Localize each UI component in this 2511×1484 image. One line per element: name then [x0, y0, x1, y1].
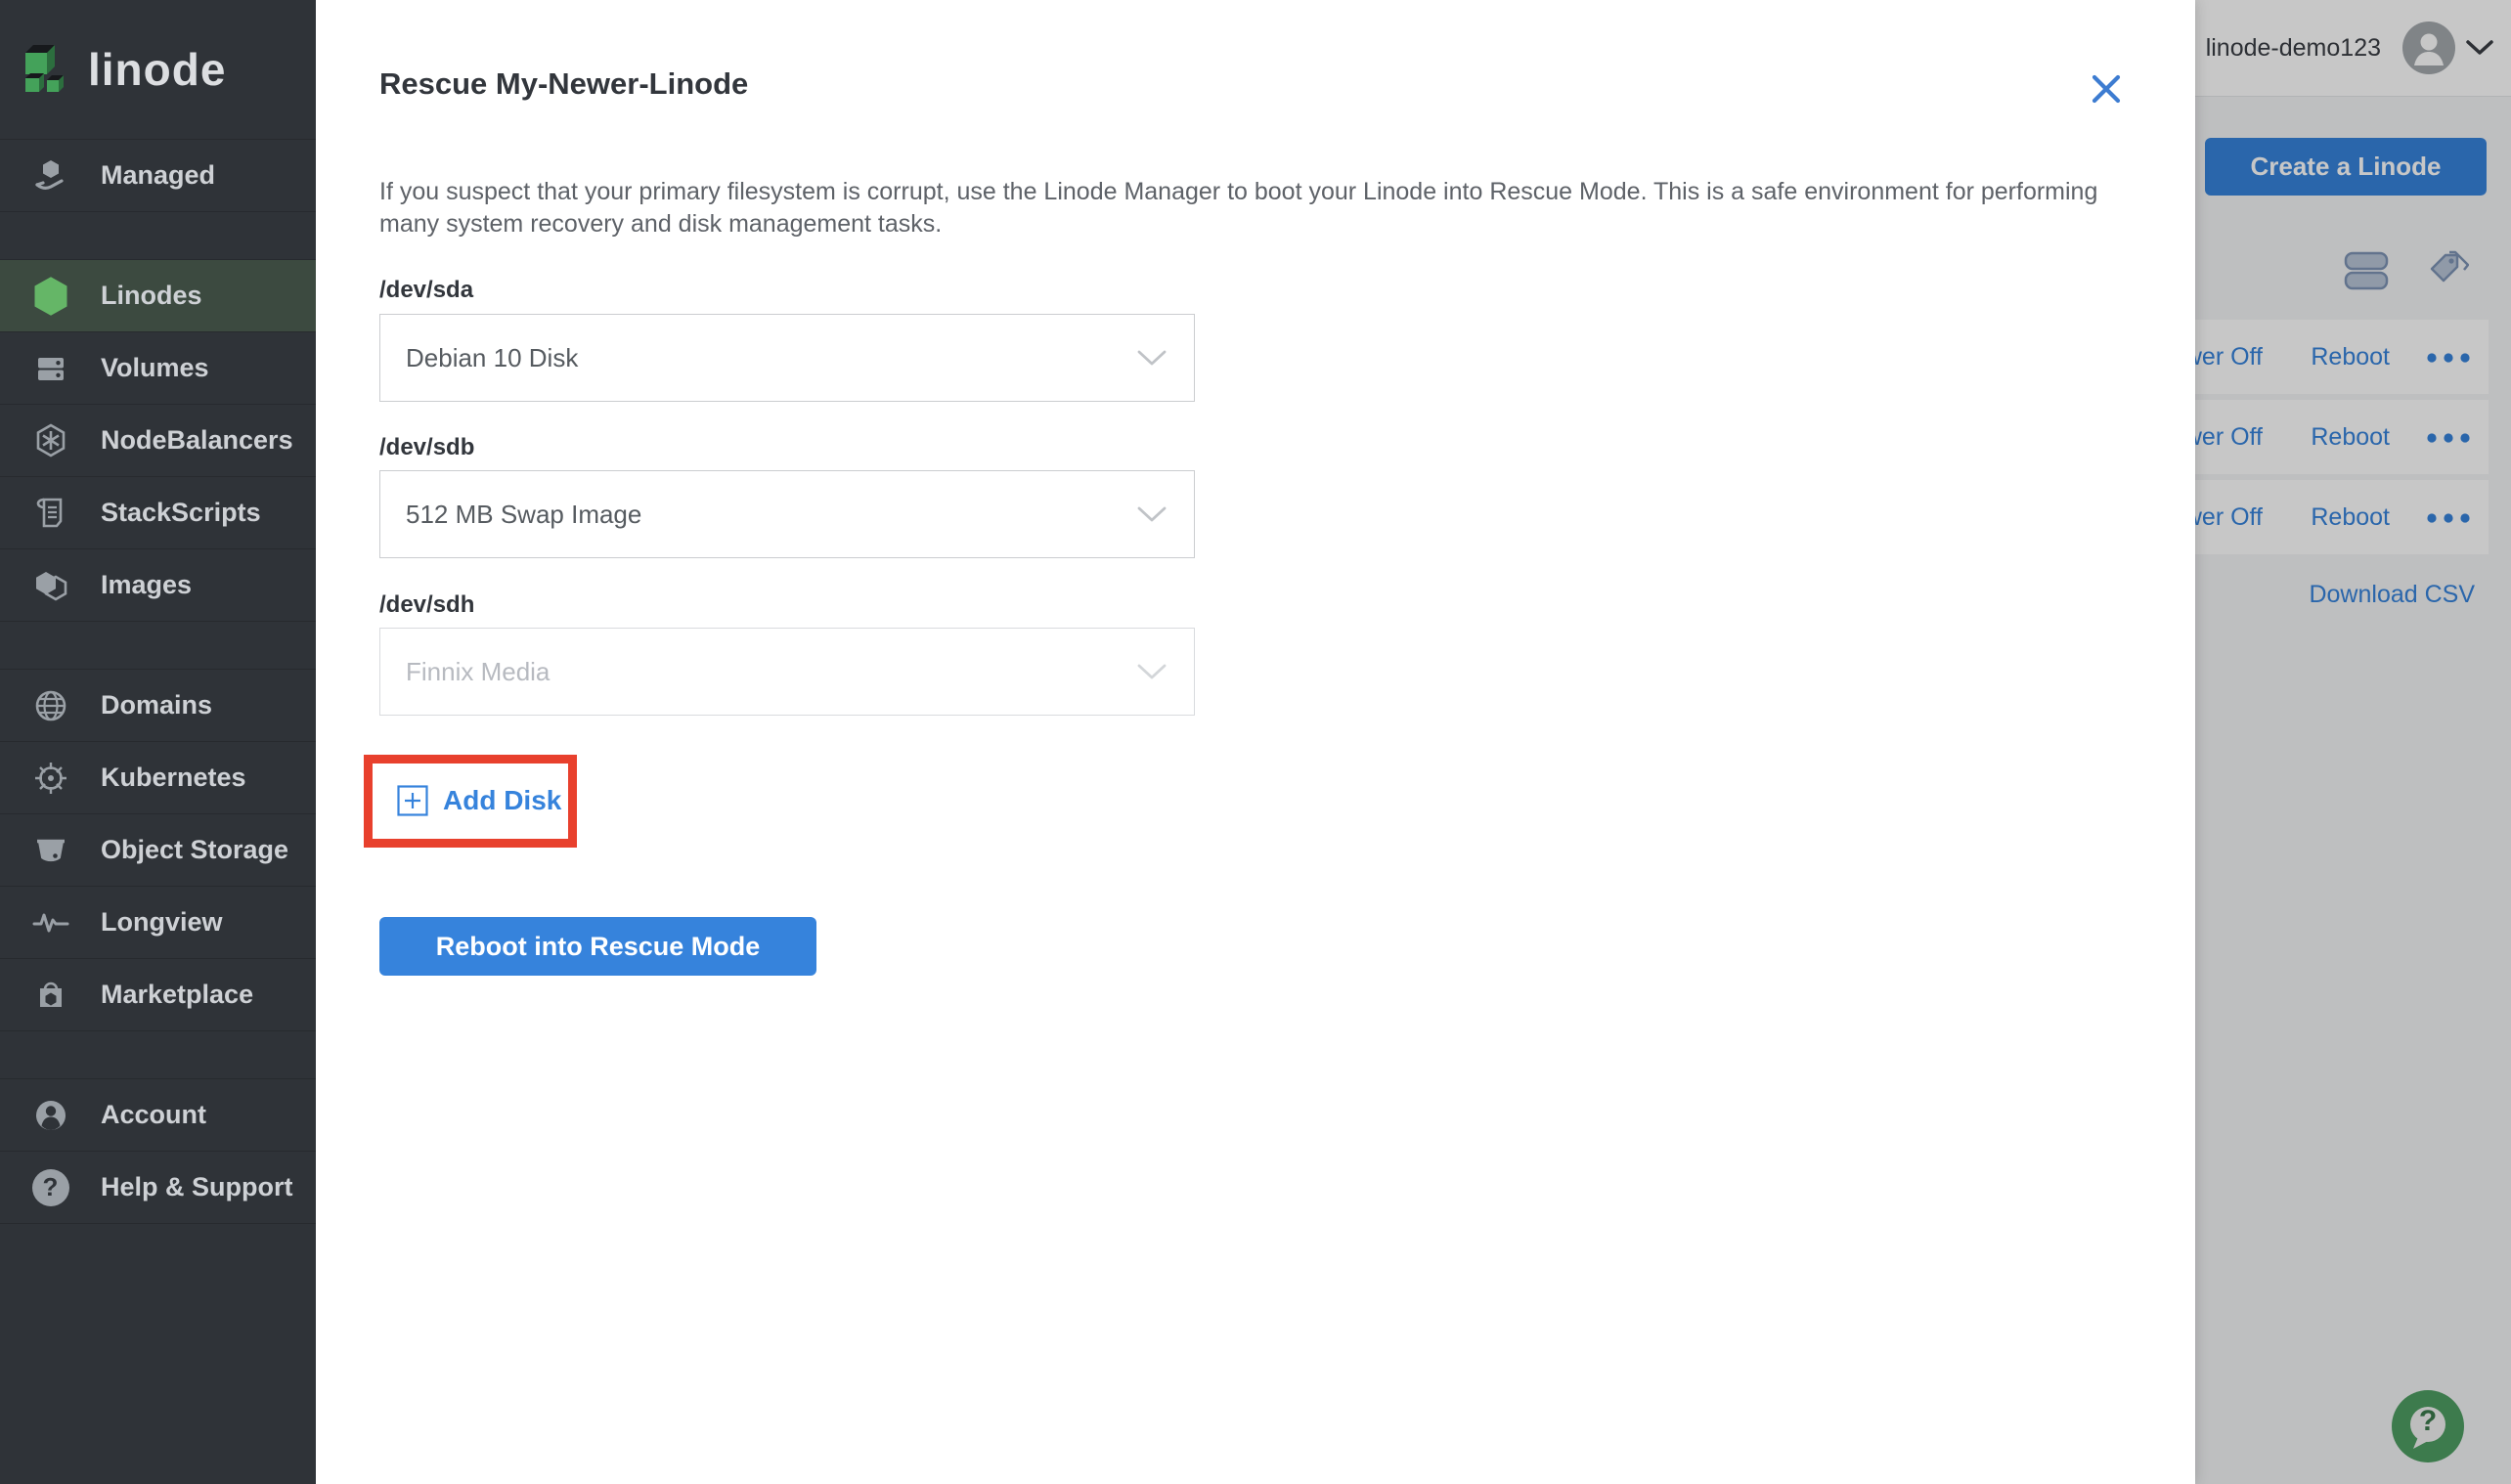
device-sdh-select: Finnix Media [379, 628, 1195, 716]
device-sdb-select[interactable]: 512 MB Swap Image [379, 470, 1195, 558]
plus-square-icon [397, 785, 428, 816]
domains-icon [0, 686, 101, 725]
marketplace-icon [0, 976, 101, 1015]
sidebar-item-nodebalancers[interactable]: NodeBalancers [0, 404, 316, 476]
device-sda-select[interactable]: Debian 10 Disk [379, 314, 1195, 402]
sidebar-nav: linode Managed Linodes Volumes NodeBalan… [0, 0, 316, 1484]
sidebar-item-label: StackScripts [101, 498, 261, 527]
sidebar-item-label: Linodes [101, 281, 202, 310]
chevron-down-icon [1137, 350, 1167, 366]
sidebar-item-label: Marketplace [101, 980, 254, 1009]
device-sdb-value: 512 MB Swap Image [406, 500, 642, 529]
kubernetes-icon [0, 759, 101, 798]
sidebar-item-label: Object Storage [101, 835, 289, 864]
close-icon[interactable] [2087, 69, 2126, 109]
linode-cloud-manager: linode-demo123 Create a Linode Power Off… [0, 0, 2511, 1484]
sidebar-item-help-support[interactable]: ? Help & Support [0, 1151, 316, 1224]
sidebar-item-label: Images [101, 570, 193, 599]
sidebar-item-volumes[interactable]: Volumes [0, 331, 316, 404]
device-sdb-label: /dev/sdb [379, 434, 475, 460]
volumes-icon [0, 349, 101, 388]
linode-hexagon-icon [0, 275, 101, 318]
nodebalancers-icon [0, 421, 101, 460]
question-mark-glyph: ? [42, 1172, 59, 1201]
sidebar-item-images[interactable]: Images [0, 548, 316, 622]
sidebar-item-label: Volumes [101, 353, 209, 382]
drawer-description: If you suspect that your primary filesys… [379, 178, 2098, 238]
images-icon [0, 566, 101, 605]
sidebar-item-marketplace[interactable]: Marketplace [0, 958, 316, 1031]
longview-icon [0, 903, 101, 942]
linode-logo-icon [25, 45, 64, 92]
managed-icon [0, 156, 101, 196]
account-icon [0, 1096, 101, 1135]
add-disk-button[interactable]: Add Disk [378, 768, 561, 833]
sidebar-item-kubernetes[interactable]: Kubernetes [0, 741, 316, 813]
sidebar-item-label: Help & Support [101, 1172, 293, 1201]
sidebar-item-object-storage[interactable]: Object Storage [0, 813, 316, 886]
sidebar-item-label: Managed [101, 160, 216, 190]
sidebar-item-label: NodeBalancers [101, 425, 293, 455]
sidebar-item-account[interactable]: Account [0, 1078, 316, 1151]
sidebar-item-longview[interactable]: Longview [0, 886, 316, 958]
add-disk-label: Add Disk [443, 785, 562, 815]
drawer-title: Rescue My-Newer-Linode [379, 66, 749, 101]
linode-logo[interactable]: linode [0, 0, 316, 139]
sidebar-item-domains[interactable]: Domains [0, 669, 316, 741]
rescue-drawer: Rescue My-Newer-Linode If you suspect th… [316, 0, 2195, 1484]
help-icon: ? [0, 1168, 101, 1206]
object-storage-icon [0, 831, 101, 870]
device-sdh-label: /dev/sdh [379, 591, 475, 618]
device-sdh-value: Finnix Media [406, 657, 551, 686]
chevron-down-icon [1137, 664, 1167, 679]
reboot-into-rescue-mode-button[interactable]: Reboot into Rescue Mode [379, 917, 816, 976]
chevron-down-icon [1137, 506, 1167, 522]
sidebar-item-label: Account [101, 1100, 206, 1129]
sidebar-item-managed[interactable]: Managed [0, 139, 316, 212]
sidebar-item-label: Domains [101, 690, 213, 720]
device-sda-label: /dev/sda [379, 277, 474, 303]
sidebar-item-linodes[interactable]: Linodes [0, 259, 316, 331]
sidebar-item-stackscripts[interactable]: StackScripts [0, 476, 316, 548]
linode-logo-text: linode [88, 44, 227, 95]
sidebar-item-label: Kubernetes [101, 763, 246, 792]
stackscripts-icon [0, 494, 101, 533]
sidebar-item-label: Longview [101, 907, 223, 937]
device-sda-value: Debian 10 Disk [406, 343, 579, 372]
